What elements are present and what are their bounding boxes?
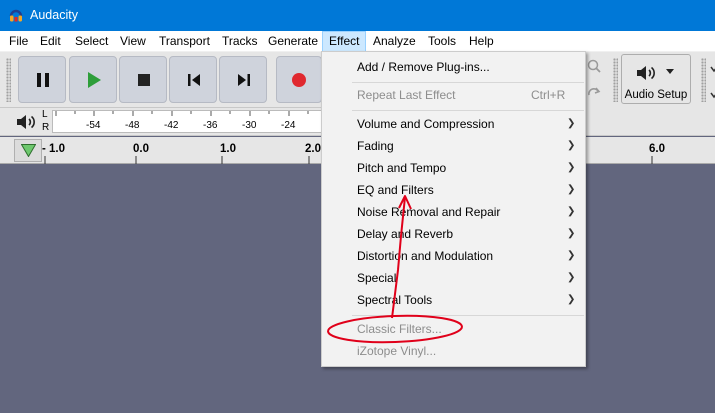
menu-item-izotope-vinyl: iZotope Vinyl... bbox=[357, 344, 437, 358]
menu-item-noise-removal[interactable]: Noise Removal and Repair bbox=[357, 205, 500, 219]
timeline-label: 1.0 bbox=[220, 143, 236, 155]
menu-item-fading[interactable]: Fading bbox=[357, 139, 394, 153]
meter-tick-label: -42 bbox=[164, 120, 179, 131]
meter-channel-right: R bbox=[42, 122, 50, 133]
toolbar-grip[interactable] bbox=[6, 58, 11, 102]
audacity-logo-icon bbox=[9, 9, 23, 22]
submenu-arrow-icon: ❯ bbox=[567, 250, 576, 261]
skip-to-start-button[interactable] bbox=[169, 56, 217, 103]
menu-analyze[interactable]: Analyze bbox=[367, 31, 422, 52]
submenu-arrow-icon: ❯ bbox=[567, 294, 576, 305]
audio-setup-button[interactable]: Audio Setup bbox=[621, 54, 691, 104]
menu-generate[interactable]: Generate bbox=[262, 31, 324, 52]
menu-item-classic-filters: Classic Filters... bbox=[357, 322, 442, 336]
zoom-icon[interactable] bbox=[586, 58, 602, 74]
menu-bar: File Edit Select View Transport Tracks G… bbox=[0, 31, 715, 52]
menu-select[interactable]: Select bbox=[69, 31, 114, 52]
submenu-arrow-icon: ❯ bbox=[567, 162, 576, 173]
speaker-icon[interactable] bbox=[15, 112, 37, 132]
meter-tick-label: -48 bbox=[125, 120, 140, 131]
meter-tick-label: -36 bbox=[203, 120, 218, 131]
menu-item-volume-compression[interactable]: Volume and Compression bbox=[357, 117, 494, 131]
submenu-arrow-icon: ❯ bbox=[567, 228, 576, 239]
shortcut-label: Ctrl+R bbox=[531, 88, 566, 102]
skip-to-start-icon bbox=[188, 74, 200, 86]
menu-item-delay-reverb[interactable]: Delay and Reverb bbox=[357, 227, 453, 241]
submenu-arrow-icon: ❯ bbox=[567, 184, 576, 195]
stop-icon bbox=[138, 74, 150, 86]
submenu-arrow-icon: ❯ bbox=[567, 272, 576, 283]
dropdown-arrow-icon bbox=[666, 69, 674, 74]
menu-separator bbox=[352, 82, 584, 83]
window-title: Audacity bbox=[30, 8, 78, 22]
menu-effect[interactable]: Effect bbox=[322, 31, 367, 52]
timeline-label: 6.0 bbox=[649, 143, 665, 155]
timeline-label: 2.0 bbox=[305, 143, 321, 155]
meter-ticks bbox=[55, 111, 309, 116]
menu-help[interactable]: Help bbox=[463, 31, 500, 52]
meter-tick-label: -30 bbox=[242, 120, 257, 131]
menu-tools[interactable]: Tools bbox=[422, 31, 462, 52]
audio-setup-label: Audio Setup bbox=[624, 89, 688, 101]
submenu-arrow-icon: ❯ bbox=[567, 118, 576, 129]
menu-item-eq-filters[interactable]: EQ and Filters bbox=[357, 183, 434, 197]
meter-tick-label: -54 bbox=[86, 120, 101, 131]
toolbar-grip[interactable] bbox=[613, 58, 618, 102]
menu-separator bbox=[352, 315, 584, 316]
menu-separator bbox=[352, 110, 584, 111]
menu-file[interactable]: File bbox=[3, 31, 34, 52]
pause-button[interactable] bbox=[18, 56, 66, 103]
menu-tracks[interactable]: Tracks bbox=[216, 31, 264, 52]
menu-item-pitch-tempo[interactable]: Pitch and Tempo bbox=[357, 161, 446, 175]
playback-meter[interactable]: -54 -48 -42 -36 -30 -24 bbox=[52, 110, 327, 133]
chevron-down-icon[interactable] bbox=[709, 64, 715, 74]
meter-channel-left: L bbox=[42, 109, 48, 120]
stop-button[interactable] bbox=[119, 56, 167, 103]
speaker-icon bbox=[637, 66, 655, 80]
title-bar: Audacity bbox=[0, 0, 715, 31]
pause-icon bbox=[37, 73, 49, 87]
skip-to-end-icon bbox=[238, 74, 250, 86]
menu-item-special[interactable]: Special bbox=[357, 271, 396, 285]
menu-edit[interactable]: Edit bbox=[34, 31, 67, 52]
menu-item-repeat-last-effect: Repeat Last Effect bbox=[357, 88, 456, 102]
menu-item-add-remove-plugins[interactable]: Add / Remove Plug-ins... bbox=[357, 60, 490, 74]
play-icon bbox=[88, 72, 101, 88]
menu-item-distortion-modulation[interactable]: Distortion and Modulation bbox=[357, 249, 493, 263]
meter-tick-label: -24 bbox=[281, 120, 296, 131]
chevron-down-icon[interactable] bbox=[709, 90, 715, 100]
record-button[interactable] bbox=[276, 56, 322, 103]
play-button[interactable] bbox=[69, 56, 117, 103]
record-icon bbox=[292, 73, 306, 87]
effect-menu: Add / Remove Plug-ins... Repeat Last Eff… bbox=[321, 51, 586, 367]
skip-to-end-button[interactable] bbox=[219, 56, 267, 103]
menu-item-spectral-tools[interactable]: Spectral Tools bbox=[357, 293, 432, 307]
menu-view[interactable]: View bbox=[114, 31, 152, 52]
submenu-arrow-icon: ❯ bbox=[567, 140, 576, 151]
submenu-arrow-icon: ❯ bbox=[567, 206, 576, 217]
toolbar-grip[interactable] bbox=[701, 58, 706, 102]
timeline-label: 0.0 bbox=[133, 143, 149, 155]
redo-icon[interactable] bbox=[586, 84, 602, 100]
menu-transport[interactable]: Transport bbox=[153, 31, 216, 52]
timeline-label: - 1.0 bbox=[42, 143, 66, 155]
